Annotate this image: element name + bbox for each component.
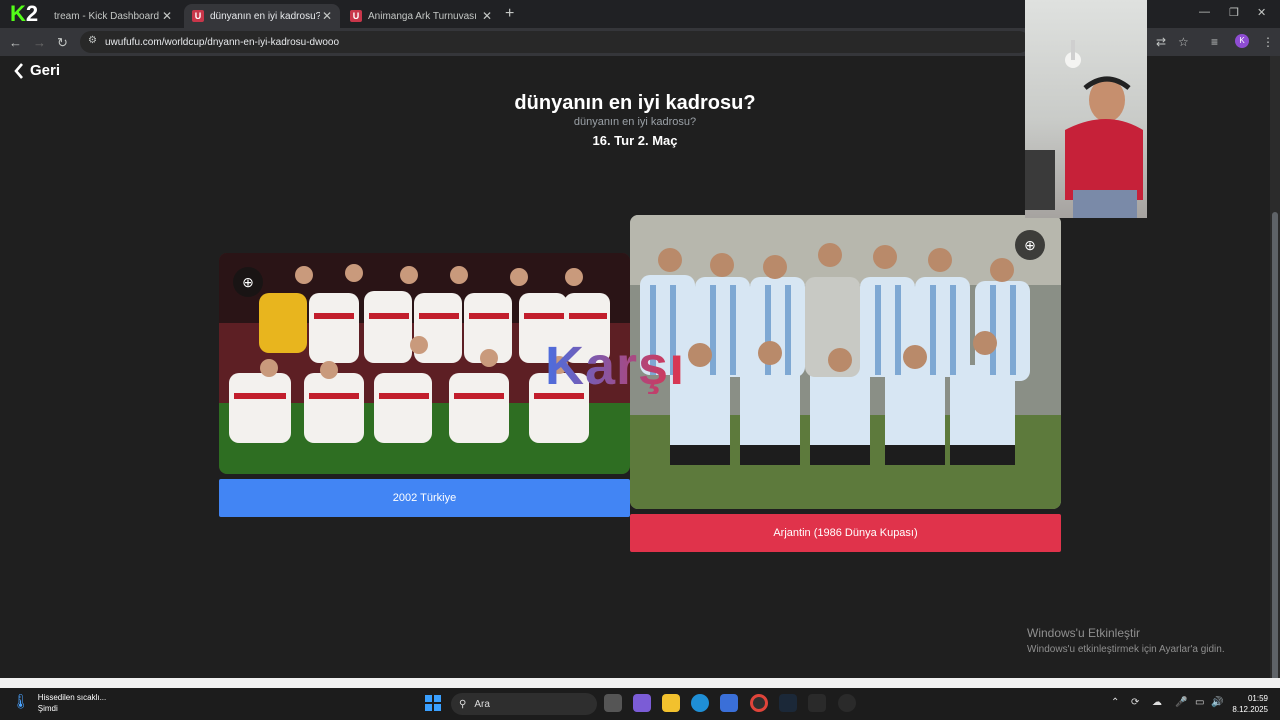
copilot-icon[interactable]	[633, 694, 651, 712]
address-bar[interactable]: ⚙ uwufufu.com/worldcup/dnyann-en-iyi-kad…	[80, 31, 1030, 53]
new-tab-icon[interactable]: +	[505, 5, 514, 23]
clock-time: 01:59	[1247, 694, 1268, 703]
search-icon: ⚲	[459, 698, 467, 710]
windows-taskbar: 🌡 Hissedilen sıcaklı... Şimdi ⚲ Ara ⌃ ⟳ …	[0, 688, 1280, 720]
bookmark-star-icon[interactable]: ☆	[1178, 35, 1189, 49]
activation-subtitle: Windows'u etkinleştirmek için Ayarlar'a …	[1027, 644, 1225, 655]
taskbar-clock[interactable]: 01:59 8.12.2025	[1232, 693, 1268, 715]
file-explorer-icon[interactable]	[662, 694, 680, 712]
windows-start-icon[interactable]	[424, 694, 442, 712]
chevron-left-icon	[14, 62, 23, 79]
weather-title: Hissedilen sıcaklı...	[37, 693, 107, 702]
chevron-up-icon[interactable]: ⌃	[1111, 697, 1119, 708]
taskbar-search[interactable]: ⚲ Ara	[451, 693, 597, 715]
weather-subtitle: Şimdi	[37, 704, 58, 713]
tab-animanga[interactable]: U Animanga Ark Turnuvası | UwU ✕	[342, 4, 500, 28]
restore-icon[interactable]: ❐	[1229, 6, 1239, 19]
reload-icon[interactable]: ↻	[57, 35, 68, 51]
activation-title: Windows'u Etkinleştir	[1027, 626, 1140, 640]
back-button[interactable]: Geri	[14, 62, 60, 79]
sync-icon[interactable]: ⟳	[1131, 697, 1139, 708]
webcam-person-image	[1025, 40, 1143, 218]
epic-games-icon[interactable]	[808, 694, 826, 712]
media-controls-icon[interactable]: ≡	[1211, 35, 1218, 49]
vertical-scrollbar[interactable]	[1270, 56, 1280, 720]
task-view-icon[interactable]	[604, 694, 622, 712]
tab-title: dünyanın en iyi kadrosu? | UwU	[210, 10, 320, 22]
close-window-icon[interactable]: ✕	[1257, 6, 1266, 19]
stream-overlay-logo: K2	[10, 1, 39, 26]
app-notification-icon[interactable]	[838, 694, 856, 712]
svg-text:Karşı: Karşı	[545, 336, 685, 394]
minimize-icon[interactable]: —	[1199, 6, 1210, 18]
url-text: uwufufu.com/worldcup/dnyann-en-iyi-kadro…	[105, 36, 340, 48]
uwufufu-favicon-icon: U	[350, 10, 362, 22]
back-label: Geri	[30, 62, 61, 79]
weather-widget[interactable]: 🌡 Hissedilen sıcaklı... Şimdi	[12, 693, 106, 713]
versus-label: Karşı	[545, 336, 685, 394]
scrollbar-thumb[interactable]	[1272, 212, 1278, 720]
profile-avatar[interactable]: K	[1235, 34, 1249, 48]
zoom-in-icon[interactable]: ⊕	[233, 267, 263, 297]
back-arrow-icon[interactable]: ←	[9, 35, 22, 50]
close-tab-icon[interactable]: ✕	[480, 9, 494, 23]
network-icon[interactable]: ▭	[1195, 697, 1204, 708]
webcam-overlay	[1025, 0, 1147, 218]
microphone-icon[interactable]: 🎤	[1175, 697, 1187, 708]
cloud-icon[interactable]: ☁	[1152, 697, 1162, 708]
tab-worldcup[interactable]: U dünyanın en iyi kadrosu? | UwU ✕	[184, 4, 340, 28]
horizontal-scrollbar[interactable]	[0, 678, 1280, 688]
search-placeholder: Ara	[474, 698, 490, 710]
tab-title: tream - Kick Dashboard	[54, 10, 160, 22]
translate-icon[interactable]: ⇄	[1156, 35, 1166, 49]
store-icon[interactable]	[720, 694, 738, 712]
clock-date: 8.12.2025	[1232, 705, 1268, 714]
chrome-icon[interactable]	[750, 694, 768, 712]
uwufufu-favicon-icon: U	[192, 10, 204, 22]
volume-icon[interactable]: 🔊	[1211, 697, 1223, 708]
close-tab-icon[interactable]: ✕	[160, 9, 174, 23]
right-choice-button[interactable]: Arjantin (1986 Dünya Kupası)	[630, 514, 1061, 552]
close-tab-icon[interactable]: ✕	[320, 9, 334, 23]
left-choice-button[interactable]: 2002 Türkiye	[219, 479, 630, 517]
thermometer-icon: 🌡	[12, 693, 30, 709]
tab-title: Animanga Ark Turnuvası | UwU	[368, 10, 480, 22]
zoom-in-icon[interactable]: ⊕	[1015, 230, 1045, 260]
steam-icon[interactable]	[779, 694, 797, 712]
menu-icon[interactable]: ⋮	[1262, 35, 1274, 49]
forward-arrow-icon[interactable]: →	[33, 35, 46, 50]
windows-activation-watermark: Windows'u Etkinleştir Windows'u etkinleş…	[1027, 626, 1225, 655]
edge-icon[interactable]	[691, 694, 709, 712]
site-info-icon[interactable]: ⚙	[88, 35, 97, 46]
